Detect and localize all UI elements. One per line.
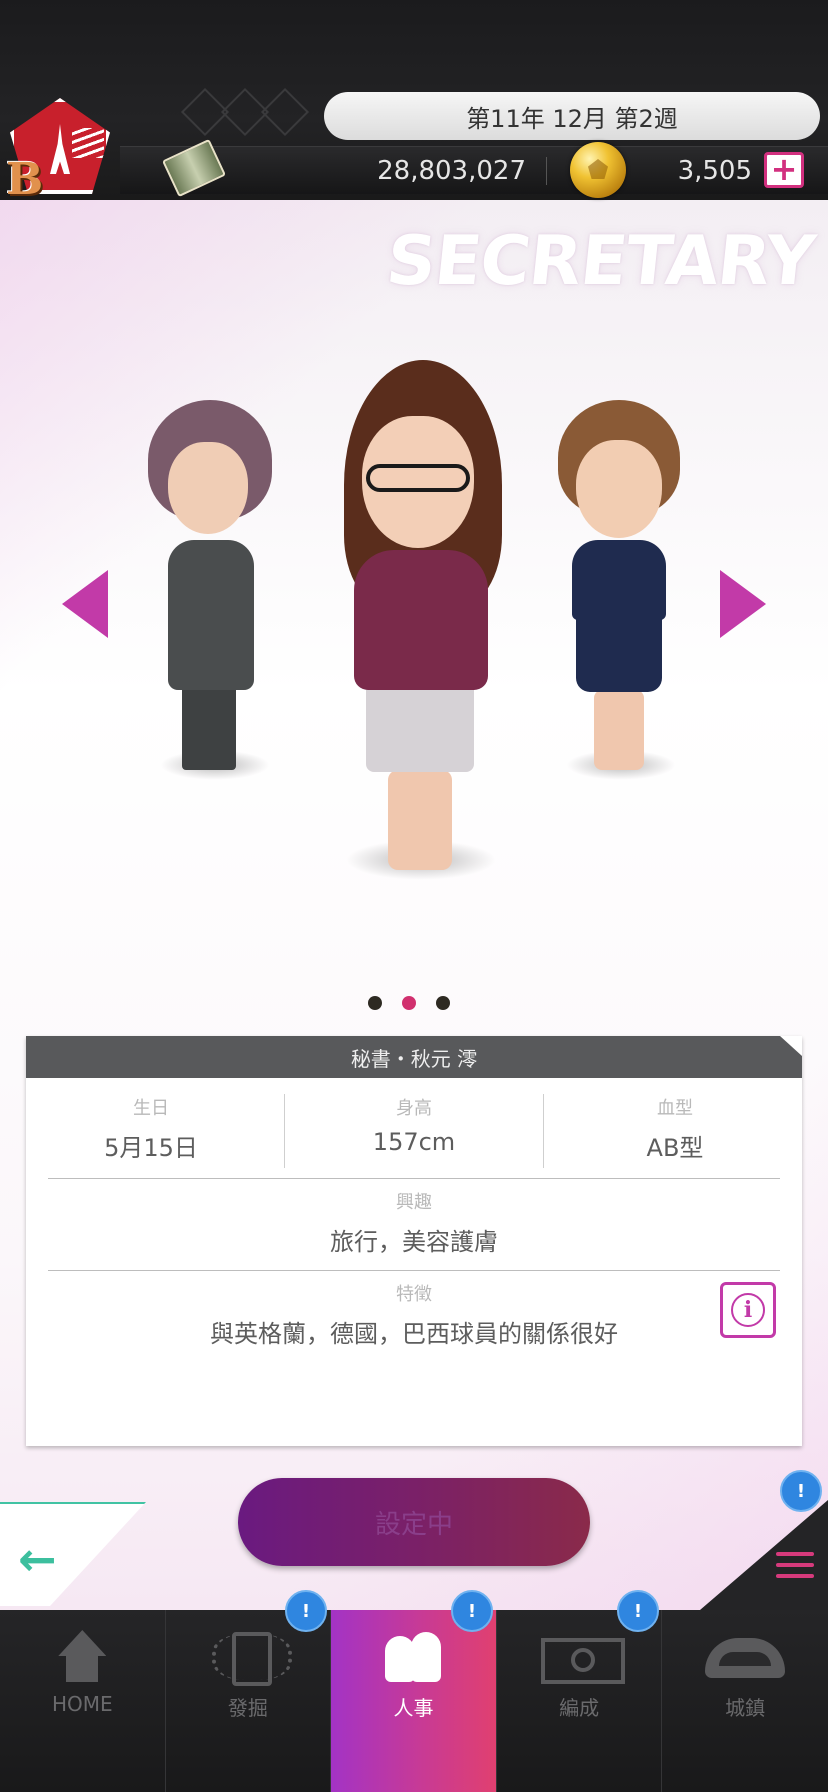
secretary-profile-card: 秘書・秋元 澪 生日 5月15日 身高 157cm 血型 AB型 興趣 旅行，美… [26,1036,802,1446]
formation-notification-badge: ! [617,1590,659,1632]
set-secretary-button[interactable]: 設定中 [238,1478,590,1566]
blood-type-value: AB型 [646,1134,704,1162]
page-dot [368,996,382,1010]
height-label: 身高 [396,1098,432,1119]
formation-icon [537,1630,626,1684]
birthday-value: 5月15日 [104,1134,198,1162]
nav-home[interactable]: HOME [0,1610,166,1792]
trait-row: 特徵 與英格蘭，德國，巴西球員的關係很好 [26,1280,802,1349]
back-arrow-icon: ← [18,1532,57,1586]
staff-icon [371,1630,455,1684]
diamond-decoration [180,87,310,137]
money-value: 28,803,027 [377,156,526,186]
nav-label: 城鎮 [725,1696,766,1720]
secretary-character-left[interactable] [140,400,280,780]
menu-notification-badge: ! [780,1470,822,1512]
coin-value: 3,505 [677,156,752,186]
info-icon: i [731,1293,765,1327]
nav-label: HOME [51,1692,113,1716]
hobby-row: 興趣 旅行，美容護膚 [26,1188,802,1257]
bottom-nav: HOME 發掘 人事 編成 城鎮 [0,1610,828,1792]
stat-divider [284,1094,285,1168]
blood-type-stat: 血型 AB型 [550,1094,800,1163]
nav-label: 編成 [559,1696,600,1720]
row-divider [48,1270,780,1271]
blood-type-label: 血型 [657,1098,693,1119]
hobby-value: 旅行，美容護膚 [330,1228,498,1256]
resource-divider [546,157,547,185]
stadium-icon [703,1630,787,1684]
carousel-page-indicator [368,996,450,1010]
home-icon [40,1630,124,1684]
section-title: SECRETARY [383,222,819,301]
page-dot [436,996,450,1010]
nav-label: 發掘 [227,1696,268,1720]
trait-info-button[interactable]: i [720,1282,776,1338]
secretary-character-right[interactable] [554,400,684,780]
secretary-name: 秘書・秋元 澪 [26,1036,802,1078]
nav-label: 人事 [393,1696,434,1720]
trait-value: 與英格蘭，德國，巴西球員的關係很好 [210,1320,618,1348]
height-stat: 身高 157cm [289,1094,539,1156]
club-rank-letter: B [6,154,44,205]
row-divider [48,1178,780,1179]
page-dot-active [402,996,416,1010]
staff-notification-badge: ! [451,1590,493,1632]
game-date: 第11年 12月 第2週 [324,92,820,140]
gold-ball-icon [570,142,626,198]
nav-scout[interactable]: 發掘 [166,1610,332,1792]
secretary-character-center[interactable] [336,360,506,880]
height-value: 157cm [372,1128,456,1156]
nav-formation[interactable]: 編成 [497,1610,663,1792]
menu-icon[interactable] [776,1552,814,1585]
nav-town[interactable]: 城鎮 [662,1610,828,1792]
birthday-label: 生日 [133,1098,169,1119]
add-coins-button[interactable]: + [764,152,804,188]
trait-label: 特徵 [396,1284,432,1305]
prev-arrow-button[interactable] [62,570,108,638]
stars-icon [72,128,104,158]
stat-divider [543,1094,544,1168]
scout-icon [206,1630,292,1686]
hobby-label: 興趣 [396,1192,432,1213]
birthday-stat: 生日 5月15日 [26,1094,276,1163]
next-arrow-button[interactable] [720,570,766,638]
nav-staff[interactable]: 人事 [331,1610,497,1792]
scout-notification-badge: ! [285,1590,327,1632]
eiffel-tower-icon [50,124,70,174]
